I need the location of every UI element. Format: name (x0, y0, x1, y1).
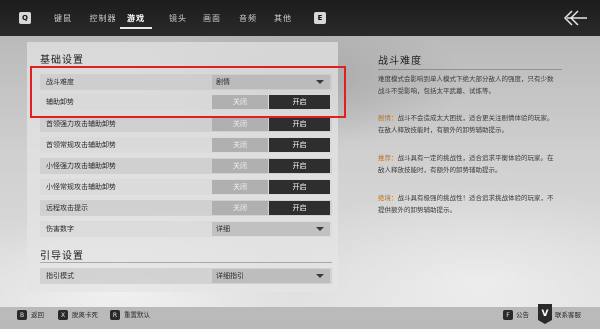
support-hint-label[interactable]: 联系客服 (555, 310, 581, 320)
notice-hint-label[interactable]: 公告 (516, 310, 529, 320)
chevron-down-icon (316, 274, 324, 278)
description-intro: 难度模式会影响到单人模式下绝大部分敌人的强度，只有少数战斗不受影响，包括太平武墓… (378, 75, 554, 95)
section-divider (40, 262, 332, 263)
reset-hint-label[interactable]: 重置默认 (124, 310, 150, 320)
entry-text: 战斗具有极强的挑战性！适合追求挑战体验的玩家，不提供额外的卸势辅助提示。 (378, 194, 554, 214)
tab-game[interactable]: 游戏 (124, 12, 148, 26)
unstuck-hint-label[interactable]: 脱离卡死 (72, 310, 98, 320)
entry-text: 战斗具有一定的挑战性，适合追求平衡体验的玩家。在敌人释放技能时，有额外的卸势辅助… (378, 154, 554, 174)
entry-key: 推荐： (378, 154, 398, 162)
toggle-off-button[interactable]: 关闭 (212, 180, 268, 194)
toggle-on-button[interactable]: 开启 (269, 180, 330, 194)
active-tab-underline (120, 27, 152, 29)
damage-numbers-select[interactable]: 详细 (212, 222, 330, 236)
back-hint-label[interactable]: 返回 (31, 310, 44, 320)
setting-row-damage-numbers[interactable]: 伤害数字 详细 (40, 221, 332, 237)
toggle-off-button[interactable]: 关闭 (212, 117, 268, 131)
select-value: 详细 (216, 225, 230, 233)
setting-row-boss-heavy-assist: 首领强力攻击辅助卸势 关闭 开启 (40, 116, 332, 132)
tab-graphics[interactable]: 画面 (200, 12, 224, 26)
setting-row-minion-heavy-assist: 小怪强力攻击辅助卸势 关闭 开启 (40, 158, 332, 174)
description-panel: 战斗难度 难度模式会影响到单人模式下绝大部分敌人的强度，只有少数战斗不受影响，包… (364, 42, 564, 242)
select-value: 详细指引 (216, 272, 244, 280)
reset-key-icon[interactable]: R (110, 310, 120, 320)
toggle-on-button[interactable]: 开启 (269, 201, 330, 215)
setting-label: 小怪强力攻击辅助卸势 (46, 162, 116, 170)
highlight-annotation-box (30, 66, 346, 118)
setting-label: 远程攻击提示 (46, 204, 88, 212)
entry-key: 绝境： (378, 194, 398, 202)
tab-camera[interactable]: 镜头 (166, 12, 190, 26)
tab-other[interactable]: 其他 (271, 12, 295, 26)
setting-row-ranged-hint: 远程攻击提示 关闭 开启 (40, 200, 332, 216)
setting-row-guide-mode[interactable]: 指引模式 详细指引 (40, 268, 332, 284)
setting-label: 首领常规攻击辅助卸势 (46, 141, 116, 149)
toggle-on-button[interactable]: 开启 (269, 138, 330, 152)
tab-audio[interactable]: 音频 (236, 12, 260, 26)
basic-settings-title: 基础设置 (40, 55, 84, 66)
top-tab-bar: Q 键鼠 控制器 游戏 镜头 画面 音频 其他 E (0, 0, 600, 36)
guide-settings-title: 引导设置 (40, 251, 84, 262)
description-entry-extreme: 绝境：战斗具有极强的挑战性！适合追求挑战体验的玩家，不提供额外的卸势辅助提示。 (378, 192, 558, 216)
tab-controller[interactable]: 控制器 (86, 12, 120, 26)
unstuck-key-icon[interactable]: X (58, 310, 68, 320)
setting-row-boss-normal-assist: 首领常规攻击辅助卸势 关闭 开启 (40, 137, 332, 153)
toggle-on-button[interactable]: 开启 (269, 159, 330, 173)
prev-tab-key[interactable]: Q (19, 12, 31, 24)
toggle-on-button[interactable]: 开启 (269, 117, 330, 131)
back-arrow-icon[interactable] (562, 8, 588, 28)
notice-key-icon[interactable]: F (503, 310, 513, 320)
support-key-icon[interactable]: V (538, 304, 552, 324)
guide-mode-select[interactable]: 详细指引 (212, 269, 330, 283)
back-key-icon[interactable]: B (17, 310, 27, 320)
description-title: 战斗难度 (378, 56, 422, 67)
next-tab-key[interactable]: E (314, 12, 326, 24)
chevron-down-icon (316, 227, 324, 231)
entry-text: 战斗不会造成太大困扰，适合更关注剧情体验的玩家。在敌人释放技能时，有额外的卸势辅… (378, 114, 554, 134)
toggle-off-button[interactable]: 关闭 (212, 138, 268, 152)
setting-label: 指引模式 (46, 272, 74, 280)
toggle-off-button[interactable]: 关闭 (212, 201, 268, 215)
setting-label: 伤害数字 (46, 225, 74, 233)
tab-keyboard-mouse[interactable]: 键鼠 (52, 12, 74, 26)
setting-row-minion-normal-assist: 小怪常规攻击辅助卸势 关闭 开启 (40, 179, 332, 195)
toggle-off-button[interactable]: 关闭 (212, 159, 268, 173)
description-entry-recommended: 推荐：战斗具有一定的挑战性，适合追求平衡体验的玩家。在敌人释放技能时，有额外的卸… (378, 152, 558, 176)
description-divider (378, 69, 562, 70)
setting-label: 小怪常规攻击辅助卸势 (46, 183, 116, 191)
setting-label: 首领强力攻击辅助卸势 (46, 120, 116, 128)
description-entry-story: 剧情：战斗不会造成太大困扰，适合更关注剧情体验的玩家。在敌人释放技能时，有额外的… (378, 112, 558, 136)
entry-key: 剧情： (378, 114, 398, 122)
